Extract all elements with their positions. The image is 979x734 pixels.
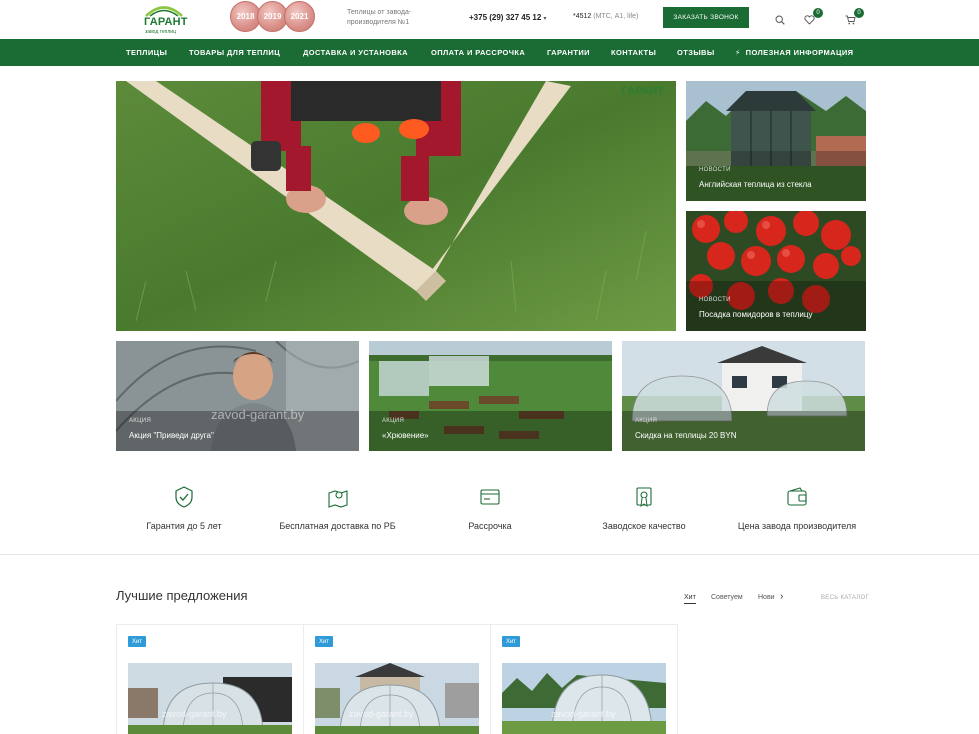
site-header: ГАРАНТ завод теплиц 2018 2019 2021 Тепли…: [0, 0, 979, 39]
cart-icon: [845, 15, 856, 25]
product-watermark: zavod-garant.by: [162, 709, 227, 719]
logo-subtitle: завод теплиц: [145, 29, 176, 35]
product-watermark: zavod-garant.by: [349, 709, 414, 719]
section-title: Лучшие предложения: [116, 588, 248, 603]
tab-recommended[interactable]: Советуем: [711, 594, 743, 601]
chevron-down-icon: ▾: [543, 16, 547, 22]
tagline: Теплицы от завода-производителя №1: [347, 9, 412, 26]
logo-arc-icon: [145, 6, 183, 17]
cart-button[interactable]: 0: [845, 8, 864, 30]
feature-quality: Заводское качество: [594, 486, 694, 534]
favorites-count-badge: 0: [813, 8, 823, 18]
feature-warranty: Гарантия до 5 лет: [134, 486, 234, 534]
promo-tile[interactable]: zavod-garant.by АКЦИЯ Акция "Приведи дру…: [116, 341, 359, 451]
heart-icon: [804, 15, 815, 25]
nav-item-useful-info-label: ПОЛЕЗНАЯ ИНФОРМАЦИЯ: [745, 48, 854, 57]
phone-short[interactable]: *4512 (МТС, A1, life): [573, 13, 638, 20]
feature-label: Гарантия до 5 лет: [146, 521, 222, 531]
search-icon[interactable]: [775, 12, 785, 30]
hero-image: [116, 81, 676, 331]
feature-label: Цена завода производителя: [737, 521, 857, 531]
phone-main[interactable]: +375 (29) 327 45 12 ▾: [469, 13, 547, 22]
promo-tile-category: АКЦИЯ: [635, 418, 658, 424]
map-pin-icon: [327, 490, 348, 508]
news-tile[interactable]: НОВОСТИ Посадка помидоров в теплицу: [686, 211, 866, 331]
section-divider: [0, 554, 979, 555]
credit-card-icon: [480, 489, 500, 505]
main-nav: ТЕПЛИЦЫ ТОВАРЫ ДЛЯ ТЕПЛИЦ ДОСТАВКА И УСТ…: [0, 39, 979, 66]
nav-item-guarantees[interactable]: ГАРАНТИИ: [547, 39, 590, 66]
news-tile-title: Посадка помидоров в теплицу: [699, 310, 813, 319]
certificate-icon: [636, 487, 652, 508]
promo-tile-category: АКЦИЯ: [129, 418, 152, 424]
promo-tile-title: Акция "Приведи друга": [129, 431, 214, 440]
cart-count-badge: 0: [854, 8, 864, 18]
news-tile-title: Английская теплица из стекла: [699, 180, 812, 189]
product-image[interactable]: [128, 663, 292, 734]
feature-label: Бесплатная доставка по РБ: [279, 521, 396, 531]
hero-banner[interactable]: ГАРАНТ: [116, 81, 676, 331]
promo-tile-title: Скидка на теплицы 20 BYN: [635, 431, 737, 440]
hit-badge: Хит: [315, 636, 333, 647]
promo-tile-title: «Хрювение»: [382, 431, 429, 440]
phone-main-number: +375 (29) 327 45 12: [469, 13, 542, 22]
nav-item-reviews[interactable]: ОТЗЫВЫ: [677, 39, 715, 66]
feature-label: Заводское качество: [602, 521, 686, 531]
promo-watermark: zavod-garant.by: [211, 407, 305, 422]
hero-watermark: ГАРАНТ: [621, 85, 664, 97]
logo[interactable]: ГАРАНТ завод теплиц: [142, 3, 188, 36]
news-tile-category: НОВОСТИ: [699, 167, 731, 173]
product-card[interactable]: Хит zavod-garant.by: [303, 624, 491, 734]
callback-button[interactable]: ЗАКАЗАТЬ ЗВОНОК: [663, 7, 749, 28]
product-image[interactable]: [502, 663, 666, 734]
wallet-icon: [787, 487, 807, 506]
hit-badge: Хит: [502, 636, 520, 647]
phone-operators: (МТС, A1, life): [593, 13, 639, 20]
feature-factory-price: Цена завода производителя: [730, 486, 864, 534]
news-tile[interactable]: НОВОСТИ Английская теплица из стекла: [686, 81, 866, 201]
lightning-icon: ⚡: [735, 48, 741, 57]
medal-badge: 2021: [284, 1, 315, 32]
promo-tile-category: АКЦИЯ: [382, 418, 405, 424]
product-watermark: zavod-garant.by: [551, 709, 616, 719]
product-card[interactable]: Хит zavod-garant.by: [116, 624, 304, 734]
nav-item-delivery[interactable]: ДОСТАВКА И УСТАНОВКА: [303, 39, 408, 66]
tab-new[interactable]: Нови: [758, 594, 775, 601]
news-tile-category: НОВОСТИ: [699, 297, 731, 303]
catalog-link[interactable]: ВЕСЬ КАТАЛОГ: [821, 595, 869, 601]
favorites-button[interactable]: 0: [804, 8, 823, 30]
chevron-right-icon[interactable]: ›: [780, 591, 783, 602]
feature-installments: Рассрочка: [440, 486, 540, 534]
tab-hit[interactable]: Хит: [684, 594, 696, 604]
nav-item-goods[interactable]: ТОВАРЫ ДЛЯ ТЕПЛИЦ: [189, 39, 280, 66]
product-card[interactable]: Хит zavod-garant.by: [490, 624, 678, 734]
feature-delivery: Бесплатная доставка по РБ: [275, 486, 400, 534]
nav-item-contacts[interactable]: КОНТАКТЫ: [611, 39, 656, 66]
card-row-right-edge: [678, 624, 679, 734]
phone-short-number: *4512: [573, 13, 592, 20]
logo-name: ГАРАНТ: [144, 16, 188, 28]
hit-badge: Хит: [128, 636, 146, 647]
award-medals: 2018 2019 2021: [230, 1, 316, 33]
shield-check-icon: [175, 486, 193, 508]
promo-tile[interactable]: АКЦИЯ «Хрювение»: [369, 341, 612, 451]
nav-item-greenhouses[interactable]: ТЕПЛИЦЫ: [126, 39, 167, 66]
nav-item-payment[interactable]: ОПЛАТА И РАССРОЧКА: [431, 39, 525, 66]
nav-item-useful-info[interactable]: ⚡ ПОЛЕЗНАЯ ИНФОРМАЦИЯ: [735, 39, 853, 66]
product-image[interactable]: [315, 663, 479, 734]
promo-tile[interactable]: АКЦИЯ Скидка на теплицы 20 BYN: [622, 341, 865, 451]
feature-label: Рассрочка: [468, 521, 512, 531]
